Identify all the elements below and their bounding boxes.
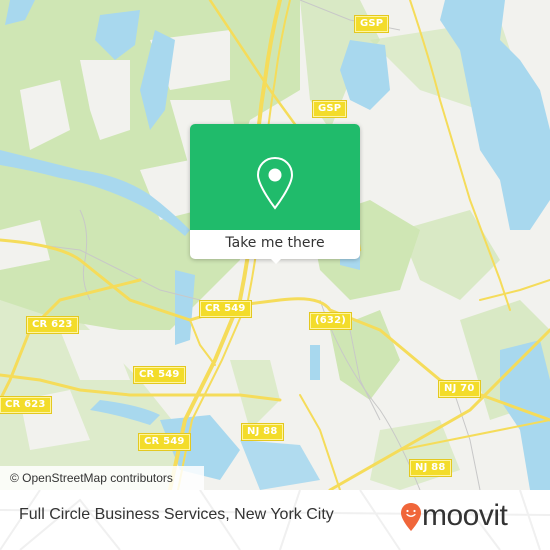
road-shield-cr549: CR 549: [199, 300, 252, 318]
road-shield-cr623: CR 623: [26, 316, 79, 334]
moovit-logo[interactable]: moovit: [400, 498, 510, 538]
place-name: Full Circle Business Services, New York …: [19, 506, 334, 523]
road-shield-cr623: CR 623: [0, 396, 52, 414]
footer-bar: Full Circle Business Services, New York …: [0, 490, 550, 550]
moovit-pin-icon: [401, 503, 421, 531]
road-shield-gsp: GSP: [311, 100, 348, 118]
road-shield-nj88: NJ 88: [409, 459, 452, 477]
take-me-there-button[interactable]: Take me there: [190, 230, 360, 259]
popup-pointer: [268, 256, 284, 264]
map-attribution[interactable]: © OpenStreetMap contributors: [0, 466, 204, 490]
road-shield-cr549: CR 549: [133, 366, 186, 384]
moovit-wordmark: moovit: [422, 499, 508, 532]
map-canvas[interactable]: GSP GSP CR 549 CR 549 CR 549 CR 623 CR 6…: [0, 0, 550, 490]
road-shield-nj88: NJ 88: [241, 423, 284, 441]
location-popup[interactable]: Take me there: [190, 124, 360, 264]
road-shield-cr549: CR 549: [138, 433, 191, 451]
road-shield-gsp: GSP: [353, 15, 390, 33]
road-shield-nj70: NJ 70: [438, 380, 481, 398]
map-pin-icon: [256, 156, 294, 210]
popup-header: [190, 124, 360, 230]
road-shield-632: (632): [308, 312, 353, 330]
